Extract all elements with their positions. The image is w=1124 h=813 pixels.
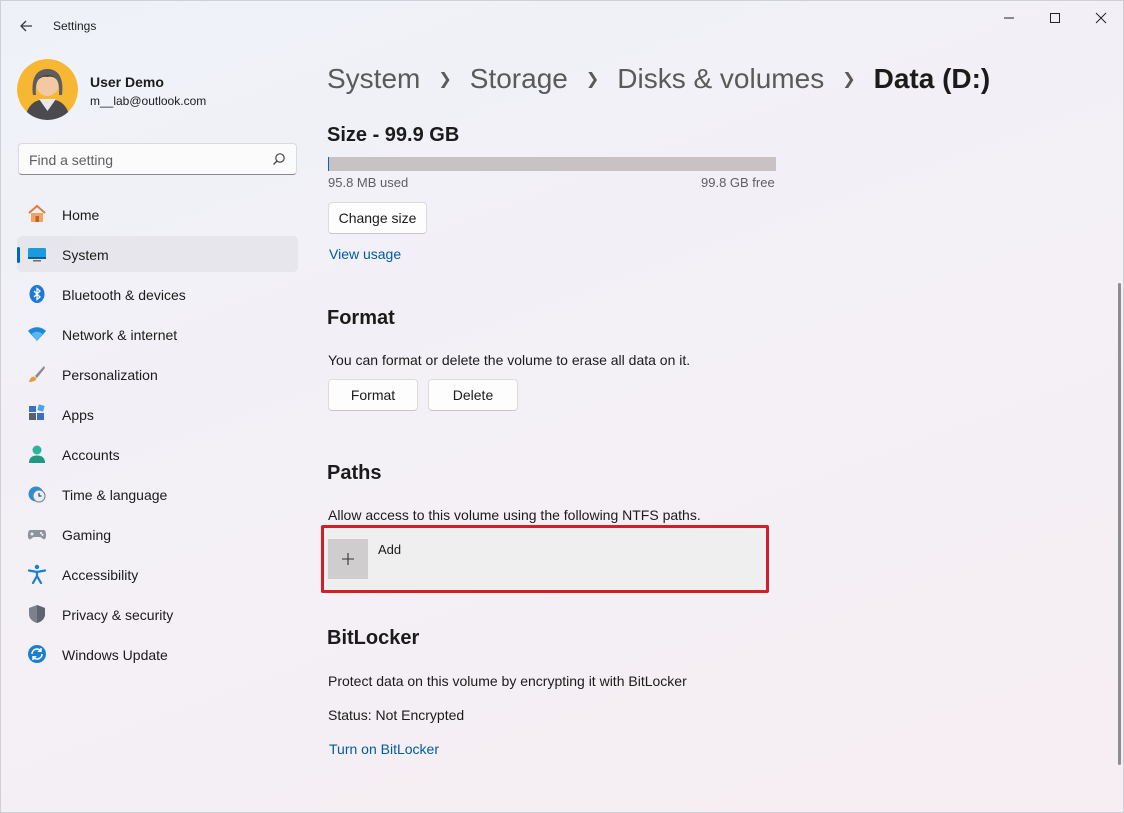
breadcrumb: System ❯ Storage ❯ Disks & volumes ❯ Dat… — [327, 59, 990, 99]
apps-icon — [27, 404, 47, 424]
search-icon — [273, 153, 285, 165]
delete-button[interactable]: Delete — [428, 379, 518, 411]
page-title: Data (D:) — [873, 63, 991, 94]
sidebar-item-label: Gaming — [62, 527, 112, 543]
sidebar-item-accessibility[interactable]: Accessibility — [17, 556, 298, 592]
bitlocker-description: Protect data on this volume by encryptin… — [328, 673, 687, 689]
brush-icon — [27, 364, 47, 384]
change-size-button[interactable]: Change size — [328, 202, 427, 234]
used-label: 95.8 MB used — [328, 175, 409, 190]
sidebar-item-label: Home — [62, 207, 100, 223]
bitlocker-status: Status: Not Encrypted — [328, 707, 465, 723]
sidebar-item-network[interactable]: Network & internet — [17, 316, 298, 352]
settings-window: Settings User Demo m__lab@outlook.com Fi… — [0, 0, 1124, 813]
maximize-button[interactable] — [1032, 1, 1078, 35]
title-bar: Settings — [1, 1, 1124, 49]
size-heading: Size - 99.9 GB — [327, 124, 460, 146]
bluetooth-icon — [27, 284, 47, 304]
sidebar-item-windows-update[interactable]: Windows Update — [17, 636, 298, 672]
shield-icon — [27, 604, 47, 624]
sidebar-item-label: System — [62, 247, 109, 263]
minimize-icon — [1004, 17, 1014, 19]
gamepad-icon — [27, 524, 47, 544]
breadcrumb-system[interactable]: System — [327, 63, 420, 95]
sidebar-item-apps[interactable]: Apps — [17, 396, 298, 432]
accessibility-icon — [27, 564, 47, 584]
sidebar-item-accounts[interactable]: Accounts — [17, 436, 298, 472]
chevron-right-icon: ❯ — [438, 71, 452, 88]
add-label: Add — [378, 542, 402, 557]
back-arrow-icon — [20, 20, 32, 32]
system-icon — [27, 244, 47, 264]
close-icon — [1095, 12, 1107, 24]
format-description: You can format or delete the volume to e… — [328, 352, 691, 368]
sidebar-item-label: Personalization — [62, 367, 158, 383]
maximize-icon — [1050, 13, 1060, 23]
turn-on-bitlocker-link[interactable]: Turn on BitLocker — [329, 741, 439, 757]
minimize-button[interactable] — [986, 1, 1032, 35]
home-icon — [27, 204, 47, 224]
search-input[interactable]: Find a setting — [29, 152, 113, 168]
scrollbar[interactable] — [1118, 283, 1121, 765]
sidebar-item-label: Time & language — [62, 487, 168, 503]
user-email: m__lab@outlook.com — [90, 94, 207, 108]
account-icon — [27, 444, 47, 464]
paths-heading: Paths — [327, 462, 382, 484]
breadcrumb-storage[interactable]: Storage — [470, 63, 568, 95]
sidebar-item-label: Apps — [62, 407, 94, 423]
sidebar-item-label: Windows Update — [62, 647, 168, 663]
breadcrumb-disks-volumes[interactable]: Disks & volumes — [617, 63, 824, 95]
sidebar-item-label: Privacy & security — [62, 607, 174, 623]
storage-usage-bar — [328, 157, 776, 171]
user-name: User Demo — [90, 74, 164, 90]
bitlocker-heading: BitLocker — [327, 627, 420, 649]
plus-icon — [328, 539, 368, 579]
close-button[interactable] — [1078, 1, 1124, 35]
user-profile[interactable]: User Demo m__lab@outlook.com — [17, 59, 297, 120]
sidebar-item-label: Network & internet — [62, 327, 178, 343]
sidebar-item-home[interactable]: Home — [17, 196, 298, 232]
sidebar-item-label: Accessibility — [62, 567, 139, 583]
sidebar-nav: Home System Bluetooth & devices Network … — [17, 196, 298, 676]
sidebar-item-bluetooth[interactable]: Bluetooth & devices — [17, 276, 298, 312]
sidebar-item-privacy-security[interactable]: Privacy & security — [17, 596, 298, 632]
sidebar-item-label: Accounts — [62, 447, 120, 463]
chevron-right-icon: ❯ — [585, 71, 600, 88]
sidebar-item-gaming[interactable]: Gaming — [17, 516, 298, 552]
paths-description: Allow access to this volume using the fo… — [328, 507, 701, 523]
sidebar-item-label: Bluetooth & devices — [62, 287, 186, 303]
add-path-button[interactable]: Add — [326, 529, 764, 589]
avatar — [17, 59, 78, 120]
sidebar-item-system[interactable]: System — [17, 236, 298, 272]
format-heading: Format — [327, 307, 395, 329]
wifi-icon — [27, 324, 47, 344]
app-title: Settings — [53, 19, 97, 33]
clock-globe-icon — [27, 484, 47, 504]
update-icon — [27, 644, 47, 664]
sidebar-item-personalization[interactable]: Personalization — [17, 356, 298, 392]
sidebar-item-time-language[interactable]: Time & language — [17, 476, 298, 512]
back-button[interactable] — [13, 13, 39, 39]
search-box[interactable]: Find a setting — [18, 143, 297, 175]
free-label: 99.8 GB free — [701, 175, 775, 190]
format-button[interactable]: Format — [328, 379, 418, 411]
chevron-right-icon: ❯ — [842, 71, 856, 88]
view-usage-link[interactable]: View usage — [329, 246, 401, 262]
